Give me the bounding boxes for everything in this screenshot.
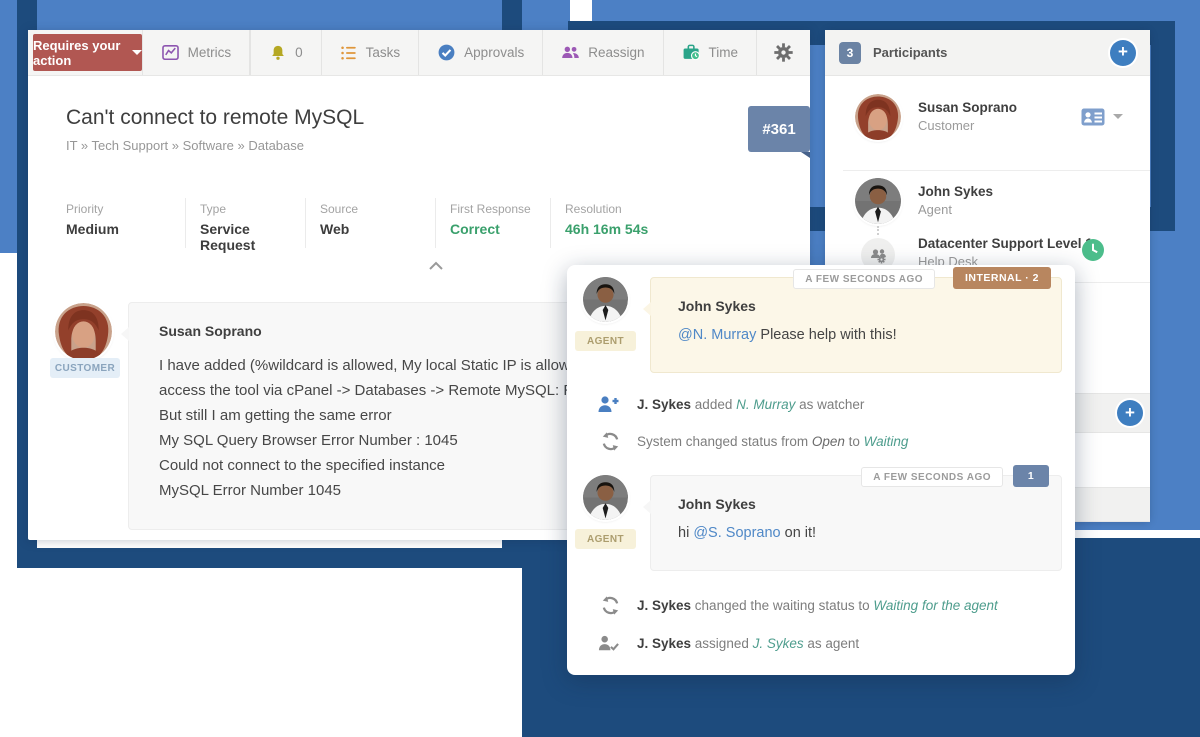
field-value: Correct bbox=[450, 221, 550, 237]
user-plus-icon bbox=[597, 393, 621, 417]
approvals-check-icon bbox=[437, 43, 456, 62]
message-count-badge: 1 bbox=[1013, 465, 1049, 487]
avatar bbox=[855, 94, 901, 140]
participant-name: John Sykes bbox=[918, 184, 993, 199]
field-first-response: First Response Correct bbox=[435, 198, 550, 248]
internal-badge: INTERNAL · 2 bbox=[953, 267, 1051, 289]
participant-row-susan[interactable]: Susan Soprano Customer bbox=[825, 86, 1150, 170]
avatar bbox=[55, 303, 112, 360]
time-briefcase-icon bbox=[682, 43, 701, 62]
toolbar-tasks-label: Tasks bbox=[366, 45, 401, 60]
message-author: John Sykes bbox=[678, 298, 1061, 314]
chevron-up-icon bbox=[428, 261, 444, 271]
message-author: John Sykes bbox=[678, 496, 1061, 512]
message-text: Please help with this! bbox=[756, 327, 896, 343]
field-source: Source Web bbox=[305, 198, 435, 248]
message-prefix: hi bbox=[678, 525, 693, 541]
field-label: Source bbox=[320, 202, 435, 216]
event-status-changed: System changed status from Open to Waiti… bbox=[637, 434, 908, 449]
toolbar-reassign-label: Reassign bbox=[588, 45, 644, 60]
participants-count-badge: 3 bbox=[839, 42, 861, 64]
toolbar-item-time[interactable]: Time bbox=[663, 30, 757, 75]
ticket-number-tag: #361 bbox=[748, 106, 810, 152]
field-value: 46h 16m 54s bbox=[565, 221, 700, 237]
metrics-chart-icon bbox=[161, 43, 180, 62]
event-agent-assigned: J. Sykes assigned J. Sykes as agent bbox=[637, 636, 859, 651]
public-message-bubble: A FEW SECONDS AGO 1 John Sykes hi @S. So… bbox=[650, 475, 1062, 571]
event-watcher-added: J. Sykes added N. Murray as watcher bbox=[637, 397, 864, 412]
toolbar-time-label: Time bbox=[709, 45, 739, 60]
participants-header: 3 Participants bbox=[825, 30, 1150, 76]
ticket-toolbar: Requires your action Metrics 0 bbox=[28, 30, 810, 76]
chevron-down-icon[interactable] bbox=[1113, 114, 1123, 119]
toolbar-item-alarms[interactable]: 0 bbox=[250, 30, 321, 75]
field-value: Web bbox=[320, 221, 435, 237]
toolbar-item-reassign[interactable]: Reassign bbox=[542, 30, 662, 75]
field-label: First Response bbox=[450, 202, 550, 216]
message-body: @N. Murray Please help with this! bbox=[678, 327, 1061, 343]
chevron-down-icon bbox=[132, 50, 142, 55]
field-label: Type bbox=[200, 202, 305, 216]
mention-link[interactable]: @S. Soprano bbox=[693, 525, 780, 541]
add-participant-button[interactable] bbox=[1110, 40, 1136, 66]
lifecycle-status-label: Requires your action bbox=[33, 38, 123, 68]
internal-message-bubble: A FEW SECONDS AGO INTERNAL · 2 John Syke… bbox=[650, 277, 1062, 373]
contact-card-icon[interactable] bbox=[1081, 108, 1105, 126]
mention-link[interactable]: @N. Murray bbox=[678, 327, 756, 343]
avatar bbox=[855, 178, 901, 224]
participant-role: Customer bbox=[918, 118, 1017, 133]
field-value: Service Request bbox=[200, 221, 305, 253]
message-body: hi @S. Soprano on it! bbox=[678, 525, 1061, 541]
participants-title: Participants bbox=[873, 45, 947, 60]
toolbar-metrics-label: Metrics bbox=[188, 45, 232, 60]
participant-name: Susan Soprano bbox=[918, 100, 1017, 115]
user-check-icon bbox=[597, 632, 620, 655]
reassign-people-icon bbox=[561, 43, 580, 62]
message-timestamp: A FEW SECONDS AGO bbox=[793, 269, 935, 289]
collapse-chevron-button[interactable] bbox=[428, 258, 444, 276]
avatar bbox=[583, 475, 628, 520]
message-text: on it! bbox=[781, 525, 816, 541]
add-follower-button[interactable] bbox=[1117, 400, 1143, 426]
lifecycle-status-button[interactable]: Requires your action bbox=[33, 34, 142, 71]
field-type: Type Service Request bbox=[185, 198, 305, 248]
ticket-number: #361 bbox=[762, 121, 795, 138]
participant-role: Agent bbox=[918, 202, 993, 217]
field-priority: Priority Medium bbox=[66, 198, 185, 248]
row-divider bbox=[843, 170, 1150, 171]
screenshot-root: Requires your action Metrics 0 bbox=[0, 0, 1200, 737]
field-resolution: Resolution 46h 16m 54s bbox=[550, 198, 700, 248]
participant-name: Datacenter Support Level 1 bbox=[918, 236, 1093, 251]
gear-icon bbox=[773, 42, 794, 63]
bell-icon bbox=[269, 44, 287, 62]
sla-clock-icon bbox=[1081, 238, 1105, 262]
refresh-icon bbox=[600, 431, 621, 452]
participant-row-john[interactable]: John Sykes Agent bbox=[825, 172, 1150, 232]
refresh-icon bbox=[600, 595, 621, 616]
toolbar-item-tasks[interactable]: Tasks bbox=[321, 30, 419, 75]
toolbar-approvals-label: Approvals bbox=[464, 45, 524, 60]
field-value: Medium bbox=[66, 221, 185, 237]
avatar bbox=[583, 277, 628, 322]
toolbar-item-metrics[interactable]: Metrics bbox=[142, 30, 250, 75]
ticket-fields-row: Priority Medium Type Service Request Sou… bbox=[66, 198, 786, 248]
tasks-list-icon bbox=[340, 44, 358, 62]
agent-role-badge: AGENT bbox=[575, 331, 636, 351]
field-label: Resolution bbox=[565, 202, 700, 216]
toolbar-settings-button[interactable] bbox=[756, 30, 810, 75]
customer-role-badge: CUSTOMER bbox=[50, 358, 120, 378]
toolbar-item-approvals[interactable]: Approvals bbox=[418, 30, 542, 75]
agent-role-badge: AGENT bbox=[575, 529, 636, 549]
message-timestamp: A FEW SECONDS AGO bbox=[861, 467, 1003, 487]
field-label: Priority bbox=[66, 202, 185, 216]
ticket-title: Can't connect to remote MySQL bbox=[66, 106, 364, 130]
alarm-count: 0 bbox=[295, 45, 303, 60]
conversation-card: AGENT A FEW SECONDS AGO INTERNAL · 2 Joh… bbox=[567, 265, 1075, 675]
breadcrumb[interactable]: IT » Tech Support » Software » Database bbox=[66, 138, 304, 153]
event-waiting-status-changed: J. Sykes changed the waiting status to W… bbox=[637, 598, 998, 613]
